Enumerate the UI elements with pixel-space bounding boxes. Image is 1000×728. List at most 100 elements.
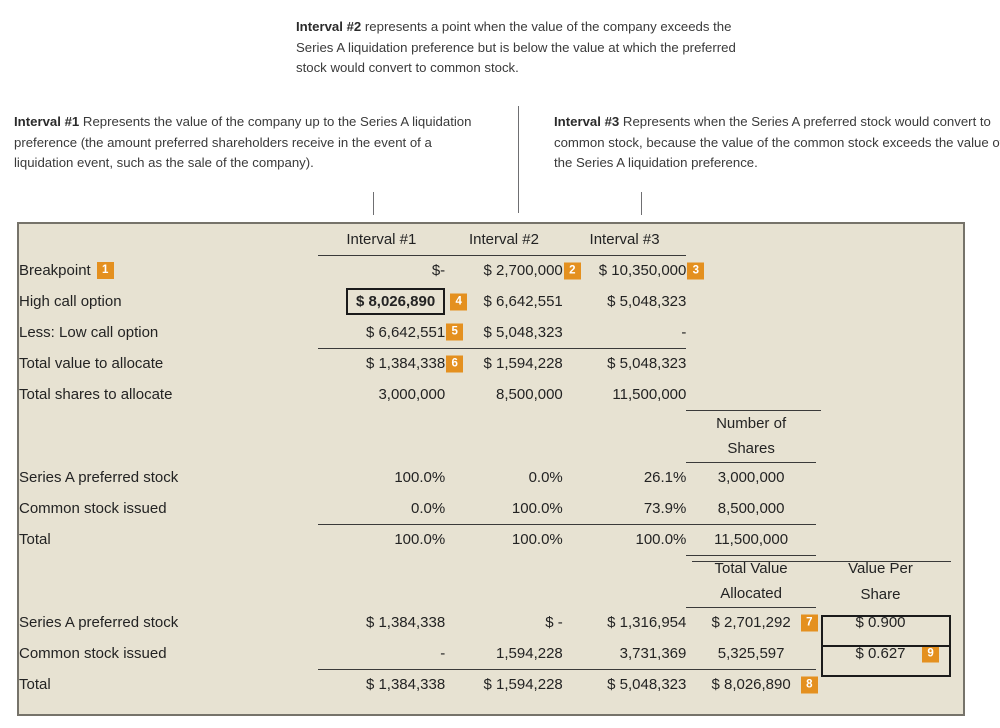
cell-breakpoint-i1: $- [431,262,446,280]
header-number-of-shares-line1: Number of [716,414,787,432]
cell-grand-total-i3: $ 5,048,323 [607,676,687,694]
cell-common-pct-i3: 73.9% [562,493,687,525]
cell-breakpoint-i3-text: $ 10,350,000 [598,262,687,280]
cell-breakpoint-i2: $ 2,700,000 2 [445,255,581,286]
callout-badge-3: 3 [687,262,705,280]
cell-series-a-pct-i1: 100.0% [394,469,446,486]
cell-grand-total-value: $ 8,026,890 8 [686,669,818,700]
cell-total-value-i3: $ 5,048,323 [607,355,687,373]
row-label: Breakpoint 1 [19,255,318,286]
cell-common-total-value: 5,325,597 [686,638,816,670]
annotation-interval-3-text: Represents when the Series A preferred s… [554,114,1000,170]
cell-total-value-i1: $ 1,384,338 6 [318,348,464,379]
cell-total-value-i1-text: $ 1,384,338 [365,355,446,373]
cell-series-a-pct-i3: 26.1% [643,469,687,486]
allocation-table-panel: Interval #1 Interval #2 Interval #3 Brea… [17,222,965,716]
cell-series-a-val-i3: $ 1,316,954 [607,614,687,631]
row-label: Total shares to allocate [19,386,173,403]
annotation-interval-1-text: Represents the value of the company up t… [14,114,472,170]
cell-common-val-i3: 3,731,369 [562,638,687,670]
cell-series-a-total-value-text: $ 2,701,292 [711,614,791,632]
header-spacer-vps [816,224,945,255]
cell-low-call-i3: - [562,317,687,349]
leader-line-interval-3 [641,192,643,215]
table-row-total-shares-to-allocate: Total shares to allocate 3,000,000 8,500… [19,379,963,411]
cell-total-shares-i3: 11,500,000 [612,386,687,403]
cell-breakpoint-i3: $ 10,350,000 3 [563,255,705,286]
row-label: Total [19,676,51,693]
header-number-of-shares-line2: Shares [686,436,816,463]
callout-badge-1: 1 [96,262,114,280]
table-row-series-a-percent: Series A preferred stock 100.0% 0.0% 26.… [19,462,963,493]
rule-number-of-shares-top [692,410,821,411]
cell-total-shares-i2: 8,500,000 [496,386,563,403]
leader-line-interval-1 [373,192,375,215]
cell-common-val-i2: 1,594,228 [445,638,563,670]
cell-high-call-i3: $ 5,048,323 [607,293,687,310]
row-label: Total value to allocate [19,355,164,372]
table-row-total-value-to-allocate: Total value to allocate $ 1,384,338 6 $ 1… [19,348,963,379]
row-label: Series A preferred stock [19,614,179,631]
cell-grand-total-value-text: $ 8,026,890 [711,676,791,694]
cell-total-shares-i1: 3,000,000 [378,386,446,403]
callout-badge-6: 6 [446,355,464,373]
annotation-interval-3-lead: Interval #3 [554,114,620,129]
cell-common-shares: 8,500,000 [686,493,816,525]
cell-low-call-i1-text: $ 6,642,551 [365,323,446,341]
table-row-breakpoint: Breakpoint 1 $- $ 2,700,000 2 $ 10,350,000… [19,255,963,286]
callout-badge-7: 7 [800,614,818,632]
callout-badge-8: 8 [800,676,818,694]
header-interval-2: Interval #2 [445,224,563,256]
cell-grand-total-i1: $ 1,384,338 [365,676,446,694]
cell-series-a-shares: 3,000,000 [717,469,785,487]
row-label-text: Breakpoint [19,261,91,279]
cell-common-pct-i1: 0.0% [317,493,446,525]
table-row-total-percent: Total 100.0% 100.0% 100.0% 11,500,000 [19,524,963,556]
cell-series-a-total-value: $ 2,701,292 7 [686,607,818,638]
table-row-low-call-option: Less: Low call option $ 6,642,551 5 $ 5,0… [19,317,963,349]
callout-badge-4: 4 [450,293,468,310]
cell-total-pct-i1: 100.0% [394,531,446,549]
cell-high-call-i1: $ 8,026,890 4 [318,286,468,317]
highlighted-high-call-option-value: $ 8,026,890 [345,288,446,315]
value-per-share-highlight-divider [821,645,951,647]
row-label: Common stock issued [19,500,167,517]
header-total-value-allocated-line1: Total Value [714,559,788,577]
annotation-interval-1: Interval #1 Represents the value of the … [14,112,484,174]
row-label: Total [19,531,51,548]
cell-common-pct-i2: 100.0% [445,493,563,525]
cell-total-pct-i3: 100.0% [635,531,687,549]
row-label: High call option [19,293,122,310]
header-spacer [19,224,318,255]
leader-line-interval-2 [518,106,520,213]
cell-breakpoint-i2-text: $ 2,700,000 [483,262,563,280]
header-interval-1: Interval #1 [317,224,446,256]
callout-badge-5: 5 [446,323,464,341]
cell-series-a-val-i1: $ 1,384,338 [365,614,446,631]
cell-total-pct-i2: 100.0% [511,531,563,549]
header-value-per-share-line1: Value Per [848,559,913,577]
header-interval-3: Interval #3 [562,224,687,256]
annotation-interval-2: Interval #2 represents a point when the … [296,17,766,79]
header-total-value-allocated-line2: Allocated [686,581,816,608]
table-row-value-header-2: Allocated Share [19,581,963,608]
table-row-shares-header-2: Shares [19,436,963,463]
row-label: Common stock issued [19,645,167,662]
header-spacer-pad [945,224,963,255]
table-row-common-percent: Common stock issued 0.0% 100.0% 73.9% 8,… [19,493,963,525]
table-row-shares-header-1: Number of [19,410,963,436]
table-row-high-call-option: High call option $ 8,026,890 4 $ 6,642,55… [19,286,963,317]
annotation-interval-1-lead: Interval #1 [14,114,80,129]
table-row-value-header-1: Total Value Value Per [19,555,963,581]
annotation-interval-2-text: represents a point when the value of the… [296,19,736,75]
cell-common-val-i1: - [317,638,446,670]
cell-series-a-val-i2: $ - [545,614,563,631]
row-label: Less: Low call option [19,324,159,341]
table-header-row: Interval #1 Interval #2 Interval #3 [19,224,963,256]
cell-low-call-i1: $ 6,642,551 5 [317,317,464,349]
cell-total-shares: 11,500,000 [686,524,816,556]
header-spacer-shares [686,224,815,255]
annotation-interval-3: Interval #3 Represents when the Series A… [554,112,1000,174]
cell-grand-total-i2: $ 1,594,228 [483,676,563,694]
header-value-per-share-line2: Share [860,585,901,603]
